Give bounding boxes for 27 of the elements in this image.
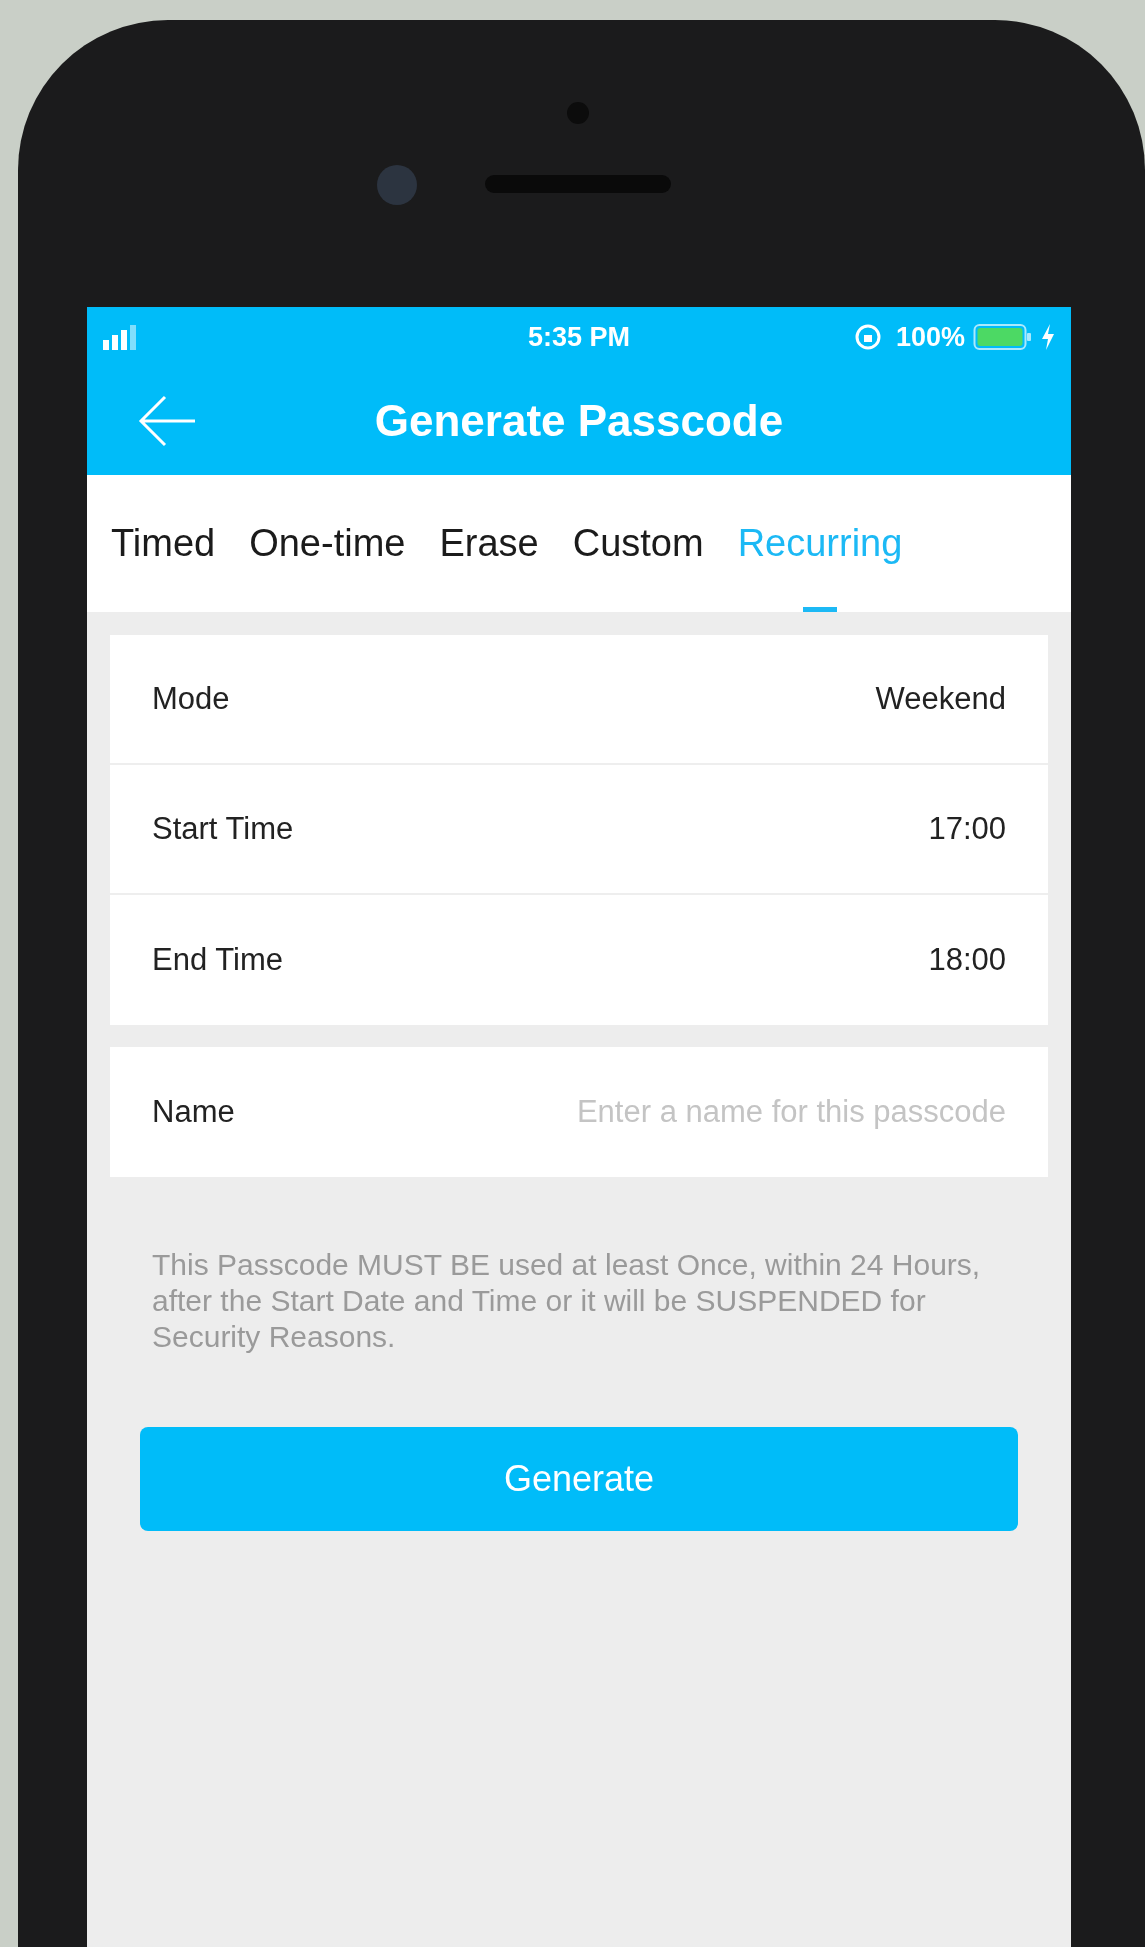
- passcode-type-tab[interactable]: Timed: [111, 475, 216, 612]
- rotation-lock-icon: [853, 323, 882, 351]
- battery-icon: [973, 323, 1033, 351]
- status-time: 5:35 PM: [528, 320, 630, 354]
- battery-percent: 100%: [895, 320, 965, 354]
- passcode-type-tab[interactable]: Custom: [572, 475, 704, 612]
- setting-value: 17:00: [928, 809, 1006, 848]
- setting-label: End Time: [152, 940, 283, 979]
- setting-value: Weekend: [875, 679, 1006, 718]
- setting-label: Start Time: [152, 809, 294, 848]
- security-notice: This Passcode MUST BE used at least Once, within 24 Hours, after the Start Date and Time or it will be SUSPENDED for Security Reasons.: [151, 1247, 982, 1355]
- passcode-type-tab[interactable]: Erase: [439, 475, 539, 612]
- back-button[interactable]: [137, 395, 197, 447]
- name-input-field[interactable]: Name Enter a name for this passcode: [110, 1047, 1048, 1177]
- name-label: Name: [152, 1092, 235, 1131]
- screen-title: Generate Passcode: [374, 395, 784, 447]
- setting-row[interactable]: Mode Weekend: [110, 635, 1048, 765]
- setting-row[interactable]: Start Time 17:00: [110, 765, 1048, 895]
- front-camera-icon: [377, 165, 417, 205]
- name-input[interactable]: Enter a name for this passcode: [254, 1088, 1006, 1136]
- back-arrow-icon: [137, 395, 197, 447]
- setting-value: 18:00: [928, 940, 1006, 979]
- passcode-type-tab[interactable]: One-time: [249, 475, 406, 612]
- charging-bolt-icon: [1041, 324, 1055, 350]
- setting-row[interactable]: End Time 18:00: [110, 895, 1048, 1025]
- tab-indicator: [803, 607, 837, 612]
- setting-label: Mode: [152, 679, 230, 718]
